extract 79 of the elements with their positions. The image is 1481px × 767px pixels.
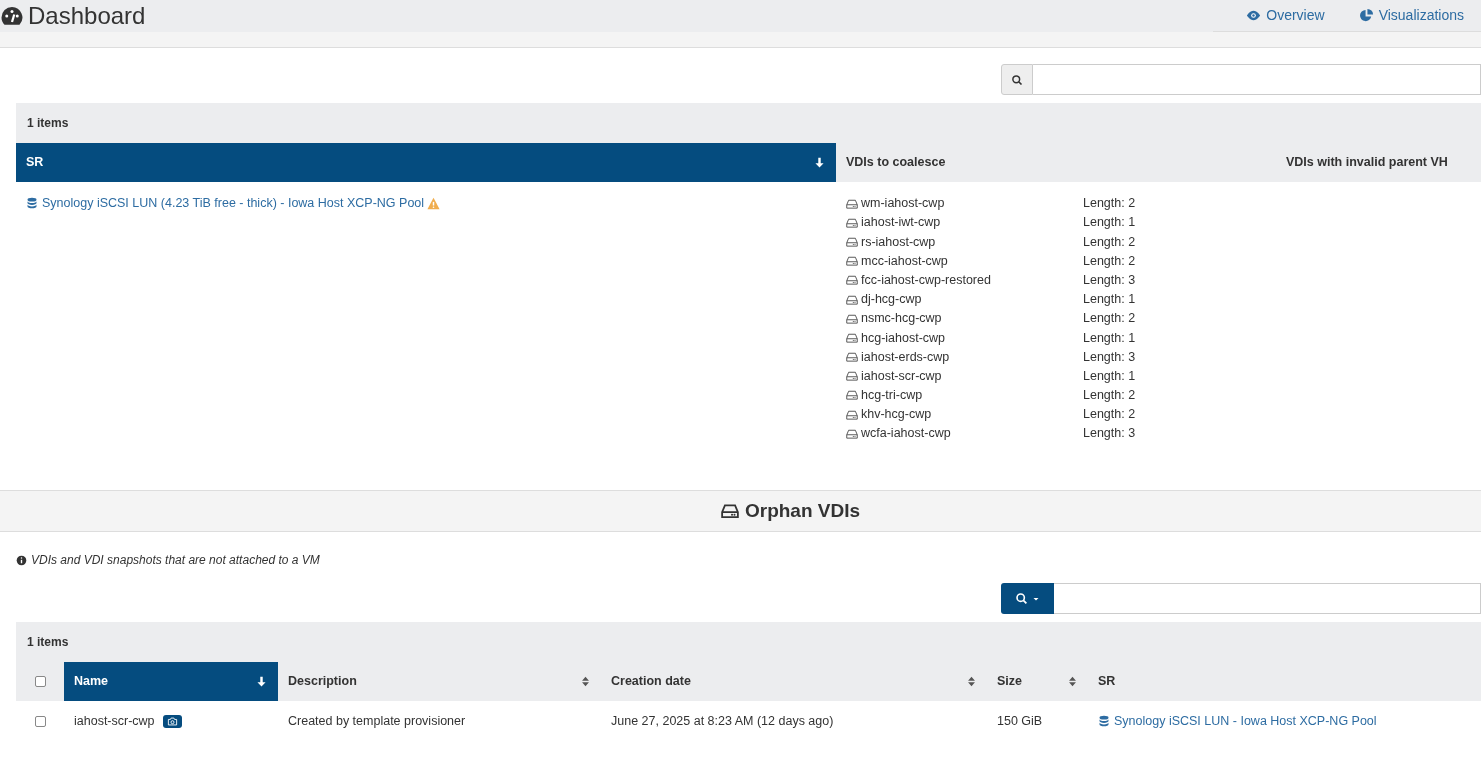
eye-icon — [1246, 8, 1262, 23]
nav-tab[interactable]: Overview — [1229, 0, 1342, 31]
vdi-name: iahost-erds-cwp — [861, 348, 950, 366]
column-header[interactable]: Size — [987, 662, 1088, 701]
chain-length: Length: 2 — [1083, 195, 1136, 213]
database-icon — [26, 197, 38, 210]
column-header[interactable]: Creation date — [601, 662, 987, 701]
select-all-checkbox[interactable] — [34, 676, 46, 687]
info-text: VDIs and VDI snapshots that are not attached to a VM — [31, 552, 320, 569]
vdi-name: khv-hcg-cwp — [861, 406, 932, 424]
hard-drive-icon — [846, 216, 858, 229]
sort-icon — [1067, 676, 1078, 687]
sr-link[interactable]: Synology iSCSI LUN - Iowa Host XCP-NG Pool — [1098, 711, 1377, 731]
chain-length: Length: 1 — [1083, 367, 1136, 385]
vdi-name: hcg-iahost-cwp — [861, 329, 946, 347]
vdi-name: mcc-iahost-cwp — [861, 252, 948, 270]
hard-drive-icon — [846, 331, 858, 344]
vdi-name: iahost-iwt-cwp — [861, 214, 941, 232]
hard-drive-icon — [846, 351, 858, 364]
column-header[interactable]: Description — [278, 662, 601, 701]
table-cell-text: iahost-scr-cwp — [74, 712, 155, 730]
hard-drive-icon — [846, 389, 858, 402]
table-cell-text: Created by template provisioner — [288, 712, 466, 730]
chain-length: Length: 2 — [1083, 406, 1136, 424]
hard-drive-icon — [846, 408, 858, 421]
arrow-down-icon — [813, 156, 826, 169]
column-header[interactable]: VDIs to coalesce — [836, 143, 1276, 182]
chain-length: Length: 2 — [1083, 387, 1136, 405]
table-cell-text: June 27, 2025 at 8:23 AM (12 days ago) — [611, 712, 834, 730]
sort-icon — [580, 676, 591, 687]
item-count: 1 items — [16, 622, 1481, 662]
chain-length: Length: 1 — [1083, 291, 1136, 309]
vdi-name: iahost-scr-cwp — [861, 367, 942, 385]
column-header[interactable]: VDIs with invalid parent VH — [1276, 143, 1481, 182]
hard-drive-icon — [846, 235, 858, 248]
hard-drive-icon — [846, 255, 858, 268]
info-icon — [16, 554, 27, 566]
item-count: 1 items — [16, 103, 1481, 143]
vdi-name: rs-iahost-cwp — [861, 233, 936, 251]
search-field[interactable] — [1054, 583, 1481, 614]
column-header[interactable]: SR — [1088, 662, 1178, 701]
vdi-name: nsmc-hcg-cwp — [861, 310, 942, 328]
hard-drive-icon — [846, 370, 858, 383]
table-cell-text: 150 GiB — [997, 712, 1043, 730]
sort-icon — [966, 676, 977, 687]
hard-drive-icon — [720, 502, 739, 520]
search-field[interactable] — [1033, 64, 1481, 95]
sr-link[interactable]: Synology iSCSI LUN (4.23 TiB free - thick) - Iowa Host XCP-NG Pool — [26, 194, 425, 213]
vdi-name: wm-iahost-cwp — [861, 195, 945, 213]
hard-drive-icon — [846, 274, 858, 287]
chain-length: Length: 2 — [1083, 252, 1136, 270]
vdi-name: fcc-iahost-cwp-restored — [861, 271, 991, 289]
hard-drive-icon — [846, 312, 858, 325]
column-header[interactable]: SR — [16, 143, 836, 182]
panel-title: Orphan VDIs — [744, 498, 861, 523]
column-header[interactable]: Name — [64, 662, 278, 701]
chain-length: Length: 1 — [1083, 214, 1136, 232]
vdi-name: dj-hcg-cwp — [861, 291, 922, 309]
chain-length: Length: 3 — [1083, 348, 1136, 366]
hard-drive-icon — [846, 293, 858, 306]
arrow-down-icon — [255, 675, 268, 688]
vdi-name: hcg-tri-cwp — [861, 387, 923, 405]
search-icon — [1015, 592, 1028, 605]
pie-chart-icon — [1358, 8, 1374, 23]
row-checkbox[interactable] — [34, 715, 46, 727]
vdi-name: wcfa-iahost-cwp — [861, 425, 951, 443]
database-icon — [1098, 715, 1110, 727]
chain-length: Length: 3 — [1083, 425, 1136, 443]
nav-tab[interactable]: Visualizations — [1341, 0, 1481, 31]
hard-drive-icon — [846, 197, 858, 210]
hard-drive-icon — [846, 427, 858, 440]
page-title: Dashboard — [28, 1, 146, 31]
chain-length: Length: 2 — [1083, 233, 1136, 251]
gauge-icon — [0, 4, 24, 28]
search-icon — [1011, 73, 1023, 86]
chain-length: Length: 1 — [1083, 329, 1136, 347]
chain-length: Length: 2 — [1083, 310, 1136, 328]
search-dropdown-button[interactable] — [1001, 583, 1054, 614]
chain-length: Length: 3 — [1083, 271, 1136, 289]
